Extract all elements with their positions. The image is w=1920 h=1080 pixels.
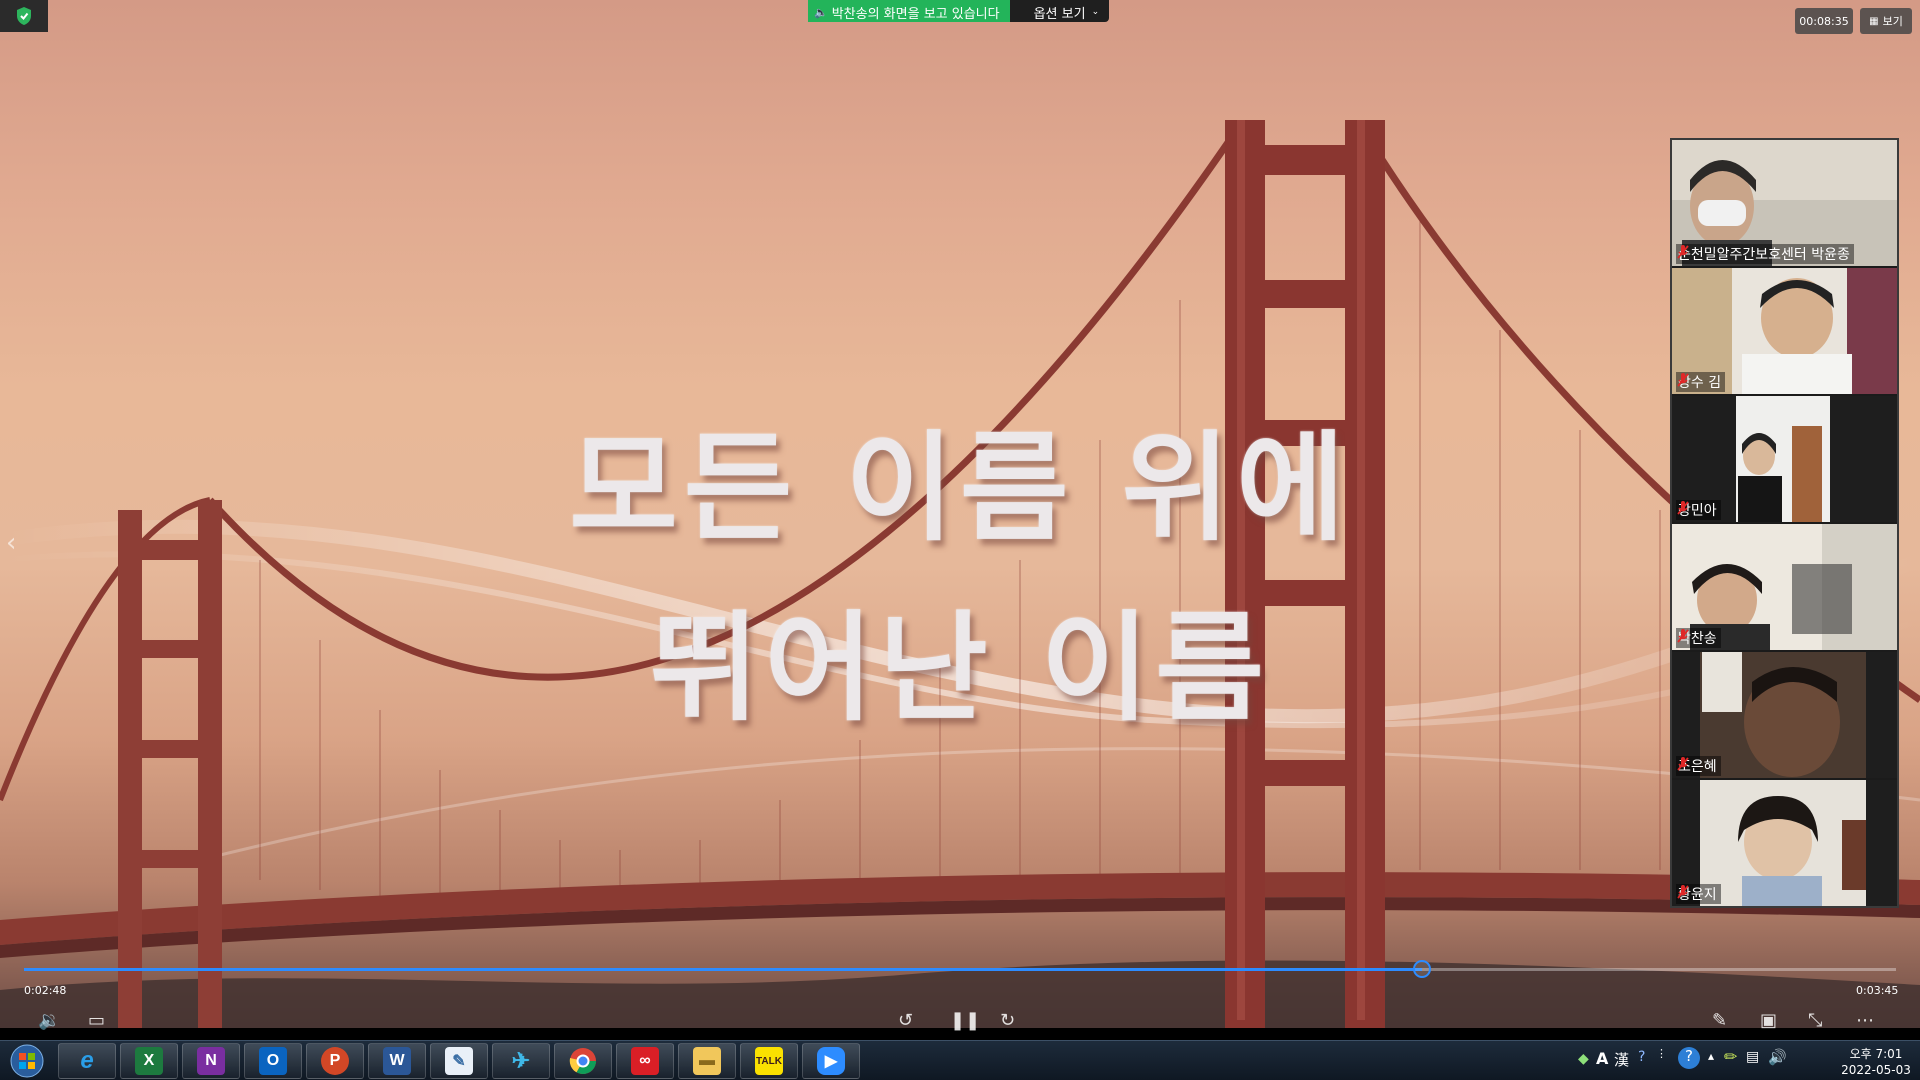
view-options-label: 옵션 보기 (1033, 6, 1086, 22)
word-icon: W (383, 1047, 411, 1075)
pause-icon[interactable]: ❚❚ (950, 1010, 980, 1031)
ime-hanja-icon[interactable]: 漢 (1614, 1049, 1629, 1070)
taskbar-paint-tool[interactable]: ✎ (430, 1043, 488, 1079)
exit-fullscreen-icon[interactable]: ⤡ (1808, 1010, 1822, 1031)
muted-mic-icon (1677, 245, 1689, 259)
participant-tile[interactable]: 황윤지 (1672, 780, 1897, 906)
participant-name-label: 황윤지 (1676, 884, 1721, 904)
show-hidden-icons-icon[interactable]: ▴ (1708, 1049, 1714, 1063)
chevron-left-icon[interactable]: ‹ (6, 528, 16, 558)
powerpoint-icon: P (321, 1047, 349, 1075)
meeting-timer: 00:08:35 (1795, 8, 1853, 34)
participant-name-label: 박찬송 (1676, 628, 1721, 648)
lyric-line-2: 뛰어난 이름 (650, 599, 1270, 737)
speaker-icon: 🔈 (814, 5, 828, 19)
zoom-meeting-window: 모든 이름 위에 뛰어난 이름 🔈 박찬송의 화면을 보고 있습니다 옵션 보기… (0, 0, 1920, 1080)
folder-icon: ▬ (693, 1047, 721, 1075)
participant-name-label: 상수 김 (1676, 372, 1726, 392)
network-shield-icon[interactable]: ◆ (1578, 1051, 1589, 1067)
internet-explorer-icon: e (80, 1047, 94, 1074)
participant-tile[interactable]: 순천밀알주간보호센터 박윤종 (1672, 140, 1897, 266)
messenger-bird-icon: ✈ (511, 1048, 531, 1073)
pen-tray-icon[interactable]: ✏ (1724, 1047, 1737, 1066)
windows-taskbar: e X N O P W ✎ ✈ ∞ ▬ TALK ▶ ◆ A 漢 ? ⋮ ? ▴… (0, 1040, 1920, 1080)
participant-gallery: 순천밀알주간보호센터 박윤종 상수 김 장민아 박찬송 조은혜 황윤지 (1670, 138, 1899, 908)
participant-tile[interactable]: 조은혜 (1672, 652, 1897, 778)
ime-options-icon[interactable]: ⋮ (1656, 1047, 1667, 1060)
total-time: 0:03:45 (1856, 984, 1899, 997)
windows-logo-icon (10, 1044, 44, 1078)
muted-mic-icon (1677, 501, 1689, 515)
zoom-icon: ▶ (817, 1047, 845, 1075)
muted-mic-icon (1677, 629, 1689, 643)
participant-tile[interactable]: 장민아 (1672, 396, 1897, 522)
speaker-volume-icon[interactable]: 🔊 (1768, 1048, 1787, 1066)
excel-icon: X (135, 1047, 163, 1075)
participant-name: 순천밀알주간보호센터 박윤종 (1678, 247, 1850, 263)
taskbar-powerpoint[interactable]: P (306, 1043, 364, 1079)
share-status-text: 박찬송의 화면을 보고 있습니다 (831, 6, 1000, 22)
taskbar-adobe-cloud[interactable]: ∞ (616, 1043, 674, 1079)
adobe-creative-cloud-icon: ∞ (631, 1047, 659, 1075)
taskbar-file-explorer[interactable]: ▬ (678, 1043, 736, 1079)
forward-icon[interactable]: ↻ (1000, 1010, 1015, 1031)
muted-mic-icon (1677, 885, 1689, 899)
rewind-icon[interactable]: ↺ (898, 1010, 913, 1031)
outlook-icon: O (259, 1047, 287, 1075)
lyric-line-1: 모든 이름 위에 (569, 419, 1351, 557)
participant-tile-active-speaker[interactable]: 박찬송 (1672, 524, 1897, 650)
taskbar-onenote[interactable]: N (182, 1043, 240, 1079)
participant-name-label: 조은혜 (1676, 756, 1721, 776)
paint-tool-icon: ✎ (445, 1047, 473, 1075)
clock-date[interactable]: 2022-05-03 (1836, 1063, 1916, 1077)
taskbar-outlook[interactable]: O (244, 1043, 302, 1079)
shared-screen-video[interactable]: 모든 이름 위에 뛰어난 이름 (0, 0, 1920, 1028)
muted-mic-icon (1677, 757, 1689, 771)
annotate-pencil-icon[interactable]: ✎ (1712, 1010, 1727, 1031)
clock-time[interactable]: 오후 7:01 (1836, 1045, 1916, 1062)
picture-in-picture-icon[interactable]: ▣ (1760, 1010, 1777, 1031)
ime-a-icon[interactable]: A (1596, 1049, 1608, 1068)
view-options-button[interactable]: 옵션 보기 ⌄ (1009, 0, 1110, 22)
start-button[interactable] (4, 1043, 50, 1079)
help-icon[interactable]: ? (1678, 1047, 1700, 1069)
taskbar-word[interactable]: W (368, 1043, 426, 1079)
network-icon[interactable]: ▤ (1746, 1049, 1759, 1065)
view-button[interactable]: ▦ 보기 (1860, 8, 1912, 34)
view-button-label: 보기 (1882, 15, 1903, 28)
muted-mic-icon (1677, 373, 1689, 387)
onenote-icon: N (197, 1047, 225, 1075)
security-shield-icon[interactable] (0, 0, 48, 32)
participant-name-label: 순천밀알주간보호센터 박윤종 (1676, 244, 1854, 264)
video-seek-bar[interactable] (24, 960, 1896, 978)
seek-bar-progress (24, 968, 1423, 971)
taskbar-chrome[interactable] (554, 1043, 612, 1079)
participant-tile[interactable]: 상수 김 (1672, 268, 1897, 394)
participant-name-label: 장민아 (1676, 500, 1721, 520)
volume-icon[interactable]: 🔉 (38, 1010, 60, 1031)
subtitles-icon[interactable]: ▭ (88, 1010, 105, 1031)
grid-view-icon: ▦ (1869, 15, 1879, 27)
taskbar-kakaotalk[interactable]: TALK (740, 1043, 798, 1079)
share-status: 🔈 박찬송의 화면을 보고 있습니다 (808, 0, 1010, 22)
taskbar-internet-explorer[interactable]: e (58, 1043, 116, 1079)
current-time: 0:02:48 (24, 984, 67, 997)
taskbar-excel[interactable]: X (120, 1043, 178, 1079)
chrome-icon (569, 1048, 597, 1075)
help-small-icon[interactable]: ? (1638, 1049, 1645, 1065)
kakaotalk-icon: TALK (755, 1047, 783, 1075)
taskbar-zoom[interactable]: ▶ (802, 1043, 860, 1079)
chevron-down-icon: ⌄ (1091, 7, 1100, 17)
system-tray: ◆ A 漢 ? ⋮ ? ▴ ✏ ▤ 🔊 오후 7:01 2022-05-03 (1578, 1041, 1920, 1080)
screen-share-banner: 🔈 박찬송의 화면을 보고 있습니다 옵션 보기 ⌄ (808, 0, 1110, 22)
more-options-icon[interactable]: ⋯ (1856, 1010, 1874, 1031)
taskbar-messenger[interactable]: ✈ (492, 1043, 550, 1079)
